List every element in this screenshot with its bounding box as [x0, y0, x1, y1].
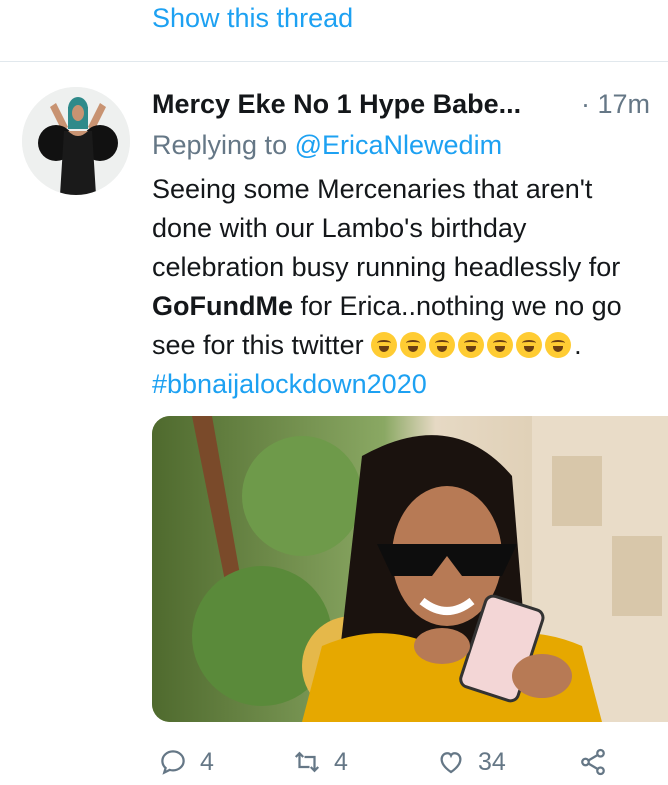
share-button[interactable] [578, 742, 620, 782]
rolling-on-the-floor-laughing-emoji [458, 332, 485, 358]
retweet-button[interactable]: 4 [292, 742, 348, 782]
author-name[interactable]: Mercy Eke No 1 Hype Babe... [152, 84, 521, 124]
tweet-text-line: see for this twitter . [152, 326, 668, 365]
reply-icon [161, 750, 185, 775]
heart-icon [440, 752, 462, 774]
like-count: 34 [478, 747, 506, 776]
retweet-count: 4 [334, 747, 348, 776]
timestamp[interactable]: · 17m [581, 84, 650, 124]
rolling-on-the-floor-laughing-emoji [545, 332, 572, 358]
like-button[interactable]: 34 [436, 742, 506, 782]
tweet-media-image[interactable] [152, 416, 668, 722]
show-thread-link[interactable]: Show this thread [152, 0, 353, 36]
retweet-icon [294, 751, 320, 773]
tweet-text-fragment: for Erica..nothing we no go [292, 291, 622, 321]
tweet-text-line: Seeing some Mercenaries that aren't [152, 174, 593, 204]
rolling-on-the-floor-laughing-emoji [487, 332, 514, 358]
hashtag-link[interactable]: #bbnaijalockdown2020 [152, 369, 427, 399]
tweet-text-line: GoFundMe for Erica..nothing we no go [152, 287, 668, 326]
share-icon [581, 748, 605, 776]
tweet-text-fragment: see for this twitter [152, 330, 364, 360]
rolling-on-the-floor-laughing-emoji [516, 332, 543, 358]
tweet-text: Seeing some Mercenaries that aren't done… [152, 170, 668, 404]
emoji-row [371, 330, 574, 360]
avatar-image [22, 87, 130, 195]
rolling-on-the-floor-laughing-emoji [371, 332, 398, 358]
rolling-on-the-floor-laughing-emoji [429, 332, 456, 358]
replying-to-line: Replying to @EricaNlewedim [152, 126, 502, 164]
reply-handle-link[interactable]: @EricaNlewedim [295, 130, 502, 160]
avatar[interactable] [22, 87, 130, 195]
tweet-text-line: done with our Lambo's birthday [152, 213, 527, 243]
rolling-on-the-floor-laughing-emoji [400, 332, 427, 358]
tweet-text-line: celebration busy running headlessly for [152, 252, 621, 282]
media-photo [152, 416, 668, 722]
reply-count: 4 [200, 747, 214, 776]
replying-to-prefix: Replying to [152, 130, 288, 160]
gofundme-bold-text: GoFundMe [152, 291, 293, 321]
show-thread-row[interactable]: Show this thread [0, 0, 668, 62]
reply-button[interactable]: 4 [158, 742, 214, 782]
tweet-text-line: #bbnaijalockdown2020 [152, 365, 668, 404]
tweet-header: Mercy Eke No 1 Hype Babe... · 17m [152, 84, 662, 124]
tweet-text-end: . [574, 330, 582, 360]
tweet-actions: 4 4 34 [152, 742, 668, 782]
